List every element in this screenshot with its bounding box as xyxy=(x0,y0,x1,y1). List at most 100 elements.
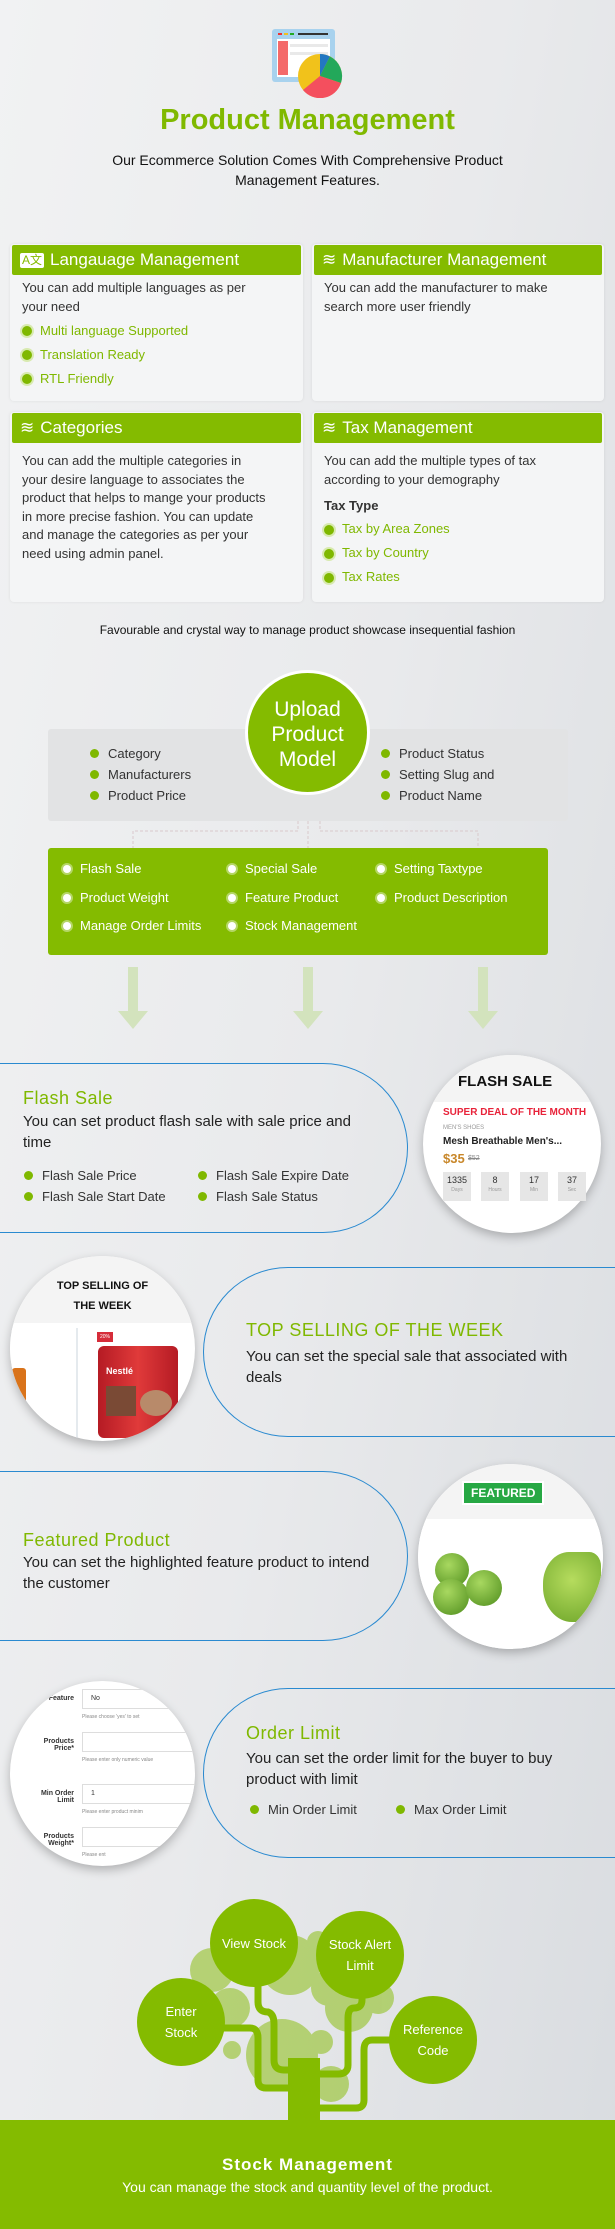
sprout-image xyxy=(466,1570,502,1606)
field-help: Please enter only numeric value xyxy=(82,1757,154,1763)
bullet-icon xyxy=(90,770,99,779)
preview-heading: FLASH SALE xyxy=(458,1073,553,1090)
feature-item: Special Sale xyxy=(245,861,318,876)
stock-management-footer: Stock Management You can manage the stoc… xyxy=(0,2120,615,2229)
order-form-preview: Is Feature No Please choose 'yes' to set… xyxy=(10,1681,195,1866)
section-desc: You can set product flash sale with sale… xyxy=(23,1113,351,1151)
deal-label: SUPER DEAL OF THE MONTH xyxy=(443,1107,587,1118)
field-label: Is Feature xyxy=(40,1695,74,1702)
weight-input xyxy=(82,1827,195,1847)
card-title: Categories xyxy=(40,418,123,437)
bullet-icon xyxy=(396,1805,405,1814)
feature-item: Product Description xyxy=(394,890,508,905)
feature-item: Translation Ready xyxy=(40,346,146,362)
bubble-reference-code: Reference Code xyxy=(389,1996,477,2084)
card-title: Tax Management xyxy=(342,418,473,437)
attribute-item: Product Name xyxy=(399,788,483,803)
section-title: Featured Product xyxy=(23,1530,171,1550)
field-label: Min Order Limit xyxy=(40,1790,74,1804)
section-title: Flash Sale xyxy=(23,1088,114,1108)
tax-type-heading: Tax Type xyxy=(324,498,379,513)
bullet-icon xyxy=(324,548,334,559)
feature-item: Flash Sale Price xyxy=(42,1168,137,1183)
field-label: Products Price* xyxy=(43,1738,74,1752)
card-manufacturer-management: ≋ Manufacturer Management You can add the… xyxy=(312,244,604,401)
feature-item: Manage Order Limits xyxy=(80,918,202,933)
bullet-icon xyxy=(381,791,390,800)
cocoa-can-image: Nestlé xyxy=(98,1346,178,1438)
old-price: $52 xyxy=(468,1155,480,1162)
featured-badge: FEATURED xyxy=(462,1481,545,1505)
arrow-down-icon xyxy=(293,967,323,1029)
attribute-item: Manufacturers xyxy=(108,767,192,782)
feature-item: Tax Rates xyxy=(342,569,400,585)
bubble-stock-alert-limit: Stock Alert Limit xyxy=(316,1911,404,1999)
section-desc: You can set the highlighted feature prod… xyxy=(23,1554,370,1592)
price-input xyxy=(82,1732,195,1752)
bullet-icon xyxy=(22,374,32,384)
card-language-management: A文 Langauage Management You can add multi… xyxy=(10,244,303,401)
bullet-icon xyxy=(324,572,334,583)
field-help: Please ent xyxy=(82,1852,106,1858)
attribute-item: Product Price xyxy=(108,788,187,803)
section-desc: You can set the order limit for the buye… xyxy=(246,1750,553,1788)
circle-line: Model xyxy=(278,748,337,771)
bullet-icon xyxy=(24,1171,33,1180)
feature-item: Flash Sale xyxy=(80,861,142,876)
bullet-icon xyxy=(324,524,334,535)
bullet-icon xyxy=(22,350,32,360)
feature-item: Stock Management xyxy=(245,918,358,933)
card-desc: You can add the manufacturer to make sea… xyxy=(324,280,548,314)
bullet-icon xyxy=(24,1192,33,1201)
bullet-icon xyxy=(381,749,390,758)
section-title: Order Limit xyxy=(246,1723,341,1743)
layers-icon: ≋ xyxy=(322,250,337,269)
bullet-icon xyxy=(377,864,385,873)
feature-item: Flash Sale Status xyxy=(216,1189,318,1204)
arrow-down-icon xyxy=(468,967,498,1029)
sprout-image xyxy=(433,1579,469,1615)
bullet-icon xyxy=(63,893,71,902)
bullet-icon xyxy=(63,864,71,873)
card-desc: You can add multiple languages as per yo… xyxy=(22,280,246,314)
feature-item: Min Order Limit xyxy=(268,1802,357,1817)
card-desc: You can add the multiple categories in y… xyxy=(22,453,266,561)
stock-tree-graphic xyxy=(190,1931,396,2122)
bullet-icon xyxy=(90,749,99,758)
product-name: Mesh Breathable Men's... xyxy=(443,1136,563,1147)
discount-badge: 20% xyxy=(97,1332,114,1342)
field-label: Products Weight* xyxy=(43,1833,74,1847)
feature-item: Max Order Limit xyxy=(414,1802,507,1817)
upload-product-model-circle: Upload Product Model xyxy=(245,670,370,795)
page-subtitle-line-2: Management Features. xyxy=(235,172,380,188)
field-help: Please choose 'yes' to set xyxy=(82,1714,140,1720)
bullet-icon xyxy=(228,893,236,902)
connector-lines xyxy=(132,821,479,848)
page-title: Product Management xyxy=(160,104,455,136)
bubble-view-stock: View Stock xyxy=(210,1899,298,1987)
bullet-icon xyxy=(63,921,71,930)
feature-item: Feature Product xyxy=(245,890,339,905)
lettuce-image xyxy=(543,1552,601,1622)
bullet-icon xyxy=(198,1171,207,1180)
bullet-icon xyxy=(228,921,236,930)
feature-item: Setting Taxtype xyxy=(394,861,483,876)
is-feature-select: No xyxy=(82,1689,195,1709)
section-title: TOP SELLING OF THE WEEK xyxy=(246,1320,504,1340)
card-desc: You can add the multiple types of tax ac… xyxy=(324,453,536,487)
featured-preview: FEATURED xyxy=(418,1464,603,1649)
bubble-enter-stock: Enter Stock xyxy=(137,1978,225,2066)
min-order-input: 1 xyxy=(82,1784,195,1804)
top-selling-preview: TOP SELLING OF THE WEEK 20% Nestlé xyxy=(10,1256,195,1441)
section-desc: You can set the special sale that associ… xyxy=(246,1348,568,1386)
feature-item: RTL Friendly xyxy=(40,370,114,386)
attribute-item: Setting Slug and xyxy=(399,767,495,782)
translate-icon: A文 xyxy=(20,252,45,268)
feature-item: Flash Sale Expire Date xyxy=(216,1168,349,1183)
feature-item: Product Weight xyxy=(80,890,169,905)
footer-desc: You can manage the stock and quantity le… xyxy=(122,2179,493,2195)
feature-item: Tax by Area Zones xyxy=(342,521,450,537)
circle-line: Upload xyxy=(274,698,341,721)
flash-sale-preview: FLASH SALE SUPER DEAL OF THE MONTH MEN'S… xyxy=(423,1055,601,1233)
circle-line: Product xyxy=(271,723,344,746)
